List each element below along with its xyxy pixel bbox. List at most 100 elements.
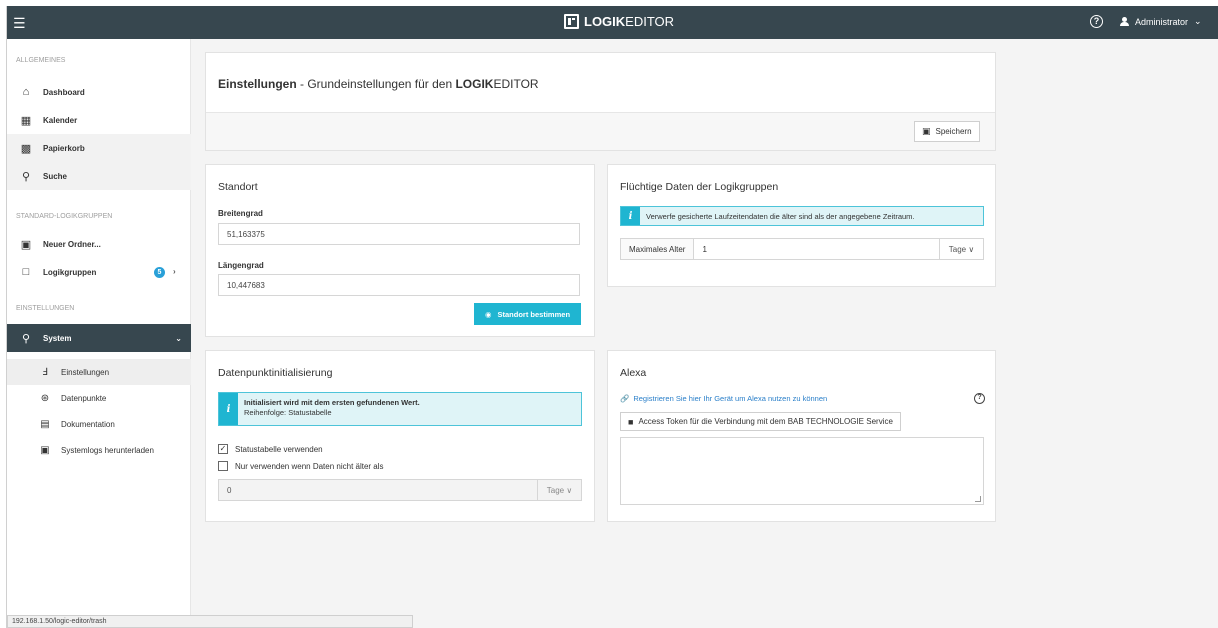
sidebar-item-neuer-ordner[interactable]: ▣ Neuer Ordner... <box>7 230 191 258</box>
top-bar: ☰ LOGIKEDITOR ? Administrator ⌄ <box>7 6 1218 39</box>
init-age-input-group: 0 Tage ∨ <box>218 479 582 501</box>
register-device-link[interactable]: 🔗 Registrieren Sie hier Ihr Gerät um Ale… <box>620 394 827 403</box>
max-age-checkbox[interactable]: Nur verwenden wenn Daten nicht älter als <box>218 461 384 471</box>
latitude-field[interactable]: 51,163375 <box>218 223 580 245</box>
sidebar-subitem-label: Einstellungen <box>61 367 110 377</box>
init-age-field[interactable]: 0 <box>219 480 537 500</box>
register-device-link-label: Registrieren Sie hier Ihr Gerät um Alexa… <box>633 394 828 403</box>
access-token-button-label: Access Token für die Verbindung mit dem … <box>638 417 893 426</box>
volatile-data-card: Flüchtige Daten der Logikgruppen i Verwe… <box>607 164 996 287</box>
max-age-checkbox-label: Nur verwenden wenn Daten nicht älter als <box>235 461 384 471</box>
floppy-icon: ▣ <box>922 126 931 136</box>
sidebar-item-label: Papierkorb <box>43 143 85 153</box>
sidebar-item-system[interactable]: ⚲ System ⌄ <box>7 324 191 352</box>
init-info-text: Initialisiert wird mit dem ersten gefund… <box>238 393 426 425</box>
home-icon: ⌂ <box>22 86 30 98</box>
standort-card: Standort Breitengrad 51,163375 Längengra… <box>205 164 595 337</box>
sidebar-item-papierkorb[interactable]: ▩ Papierkorb <box>7 134 191 162</box>
sidebar-subitem-einstellungen[interactable]: Ⅎ Einstellungen <box>7 359 191 385</box>
access-token-button[interactable]: ■ Access Token für die Verbindung mit de… <box>620 412 901 431</box>
brand-bold: LOGIK <box>584 14 626 29</box>
init-info-alert: i Initialisiert wird mit dem ersten gefu… <box>218 392 582 426</box>
chevron-down-icon: ⌄ <box>1194 16 1202 26</box>
sidebar-subitem-dokumentation[interactable]: ▤ Dokumentation <box>7 411 191 437</box>
user-name: Administrator <box>1135 16 1189 27</box>
page-title: Einstellungen - Grundeinstellungen für d… <box>218 77 539 91</box>
sidebar-item-label: Dashboard <box>43 87 85 97</box>
max-age-unit-select[interactable]: Tage ∨ <box>939 239 983 259</box>
sidebar-item-logikgruppen[interactable]: □ Logikgruppen 5 › <box>7 258 191 286</box>
page-title-brand-bold: LOGIK <box>455 77 494 91</box>
info-icon: i <box>621 207 640 225</box>
page-toolbar: ▣ Speichern <box>206 112 995 150</box>
app-window: ☰ LOGIKEDITOR ? Administrator ⌄ ALLGEMEI… <box>6 6 1218 628</box>
longitude-field[interactable]: 10,447683 <box>218 274 580 296</box>
download-icon: ▣ <box>40 444 50 456</box>
statustable-checkbox-label: Statustabelle verwenden <box>235 444 323 454</box>
key-icon: ⚲ <box>21 332 31 345</box>
init-age-unit-select[interactable]: Tage ∨ <box>537 480 581 500</box>
page-title-rest: - Grundeinstellungen für den <box>296 77 456 91</box>
section-label-standard: STANDARD-LOGIKGRUPPEN <box>16 213 113 220</box>
max-age-label: Maximales Alter <box>621 239 695 259</box>
standort-title: Standort <box>218 181 258 193</box>
volatile-info-alert: i Verwerfe gesicherte Laufzeitendaten di… <box>620 206 984 226</box>
sidebar-subitem-datenpunkte[interactable]: ⊛ Datenpunkte <box>7 385 191 411</box>
max-age-input-group: Maximales Alter 1 Tage ∨ <box>620 238 984 260</box>
max-age-field[interactable]: 1 <box>694 239 939 259</box>
sidebar-item-dashboard[interactable]: ⌂ Dashboard <box>7 78 191 106</box>
chevron-right-icon: › <box>173 267 176 276</box>
sidebar: ALLGEMEINES ⌂ Dashboard ▦ Kalender ▩ Pap… <box>7 39 191 628</box>
sidebar-item-suche[interactable]: ⚲ Suche <box>7 162 191 190</box>
init-info-bold: Initialisiert wird mit dem ersten gefund… <box>244 398 420 407</box>
info-icon: i <box>219 393 238 425</box>
sidebar-item-label: Kalender <box>43 115 78 125</box>
sidebar-subitem-label: Systemlogs herunterladen <box>61 445 154 455</box>
locate-button[interactable]: ◉ Standort bestimmen <box>474 303 581 325</box>
hamburger-icon[interactable]: ☰ <box>13 15 26 32</box>
volatile-info-text: Verwerfe gesicherte Laufzeitendaten die … <box>646 212 915 221</box>
help-icon[interactable]: ? <box>974 393 985 404</box>
brand-rest: EDITOR <box>625 14 675 29</box>
link-icon: 🔗 <box>620 394 630 403</box>
sidebar-subitem-systemlogs[interactable]: ▣ Systemlogs herunterladen <box>7 437 191 463</box>
alexa-card: Alexa 🔗 Registrieren Sie hier Ihr Gerät … <box>607 350 996 522</box>
count-badge: 5 <box>154 267 165 278</box>
help-icon[interactable]: ? <box>1090 15 1103 28</box>
checkbox-unchecked-icon[interactable] <box>218 461 228 471</box>
sidebar-item-kalender[interactable]: ▦ Kalender <box>7 106 191 134</box>
save-button-label: Speichern <box>935 127 972 136</box>
statustable-checkbox[interactable]: ✓ Statustabelle verwenden <box>218 444 323 454</box>
lock-icon: ■ <box>628 416 634 427</box>
trash-icon: ▩ <box>20 142 32 155</box>
init-title: Datenpunktinitialisierung <box>218 367 333 379</box>
sidebar-item-label: System <box>43 333 72 343</box>
locate-button-label: Standort bestimmen <box>497 309 571 319</box>
sidebar-item-label: Neuer Ordner... <box>43 239 101 249</box>
page-header-card: Einstellungen - Grundeinstellungen für d… <box>205 52 996 151</box>
chevron-down-icon: ⌄ <box>175 333 182 343</box>
wrench-icon: Ⅎ <box>42 366 48 378</box>
folder-icon: □ <box>22 266 30 278</box>
logo-icon <box>564 14 579 29</box>
section-label-settings: EINSTELLUNGEN <box>16 305 75 312</box>
page-title-bold: Einstellungen <box>218 77 297 91</box>
brand-logo[interactable]: LOGIKEDITOR <box>564 14 674 29</box>
map-marker-icon: ◉ <box>484 309 492 319</box>
checkbox-checked-icon[interactable]: ✓ <box>218 444 228 454</box>
sidebar-subitem-label: Dokumentation <box>61 419 115 429</box>
access-token-textarea[interactable] <box>620 437 984 505</box>
network-icon: ⊛ <box>40 392 50 404</box>
alexa-title: Alexa <box>620 367 647 379</box>
page-title-brand-rest: EDITOR <box>493 77 539 91</box>
browser-status-url: 192.168.1.50/logic-editor/trash <box>7 615 413 628</box>
volatile-title: Flüchtige Daten der Logikgruppen <box>620 181 779 193</box>
calendar-icon: ▦ <box>20 114 32 127</box>
sidebar-item-label: Suche <box>43 171 68 181</box>
user-menu[interactable]: Administrator ⌄ <box>1120 16 1202 27</box>
user-icon <box>1120 17 1129 26</box>
section-label-general: ALLGEMEINES <box>16 57 66 64</box>
sidebar-subitem-label: Datenpunkte <box>61 393 107 403</box>
book-icon: ▤ <box>40 418 50 430</box>
save-button[interactable]: ▣ Speichern <box>914 121 980 142</box>
